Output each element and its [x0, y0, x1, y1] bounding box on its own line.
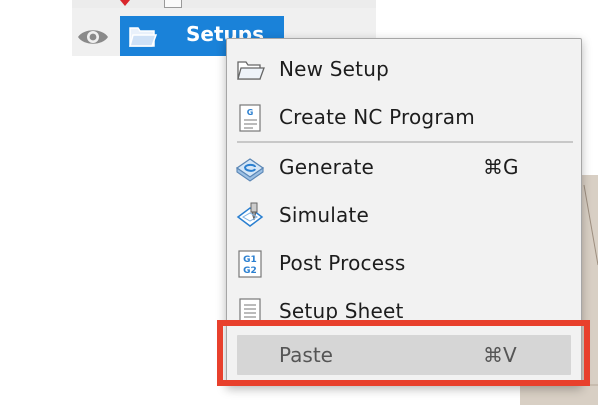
menu-item-simulate[interactable]: Simulate — [227, 193, 581, 237]
menu-item-setup-sheet[interactable]: Setup Sheet — [227, 289, 581, 333]
menu-item-paste[interactable]: Paste ⌘V — [237, 335, 571, 375]
menu-item-create-nc-program[interactable]: G Create NC Program — [227, 95, 581, 139]
menu-item-label: Setup Sheet — [279, 299, 404, 323]
menu-item-label: Generate — [279, 155, 375, 179]
tree-previous-row-icon — [164, 0, 182, 8]
post-process-glyph-top: G1 — [243, 255, 257, 265]
menu-item-post-process[interactable]: G1 G2 Post Process — [227, 241, 581, 285]
generate-icon — [235, 158, 265, 182]
paste-shortcut: ⌘V — [483, 343, 517, 367]
nc-program-glyph: G — [247, 108, 254, 117]
nc-program-icon: G — [239, 104, 261, 132]
folder-open-icon — [237, 61, 265, 80]
menu-item-label: Create NC Program — [279, 105, 475, 129]
context-menu: New Setup G Create NC Program Generate ⌘… — [226, 38, 582, 386]
setups-folder-icon — [129, 27, 158, 47]
menu-separator — [237, 141, 573, 143]
menu-item-label: New Setup — [279, 57, 389, 81]
generate-shortcut: ⌘G — [483, 155, 519, 179]
tree-previous-row-marker-icon — [120, 0, 130, 6]
menu-item-new-setup[interactable]: New Setup — [227, 47, 581, 91]
post-process-icon: G1 G2 — [238, 250, 262, 278]
menu-item-label: Post Process — [279, 251, 406, 275]
visibility-eye-icon[interactable] — [76, 24, 110, 50]
setup-sheet-icon — [239, 298, 261, 326]
post-process-glyph-bottom: G2 — [243, 266, 257, 276]
menu-item-label: Paste — [279, 343, 333, 367]
menu-item-label: Simulate — [279, 203, 369, 227]
simulate-icon — [236, 202, 264, 227]
tree-previous-row[interactable] — [72, 0, 376, 8]
menu-item-generate[interactable]: Generate ⌘G — [227, 145, 581, 189]
